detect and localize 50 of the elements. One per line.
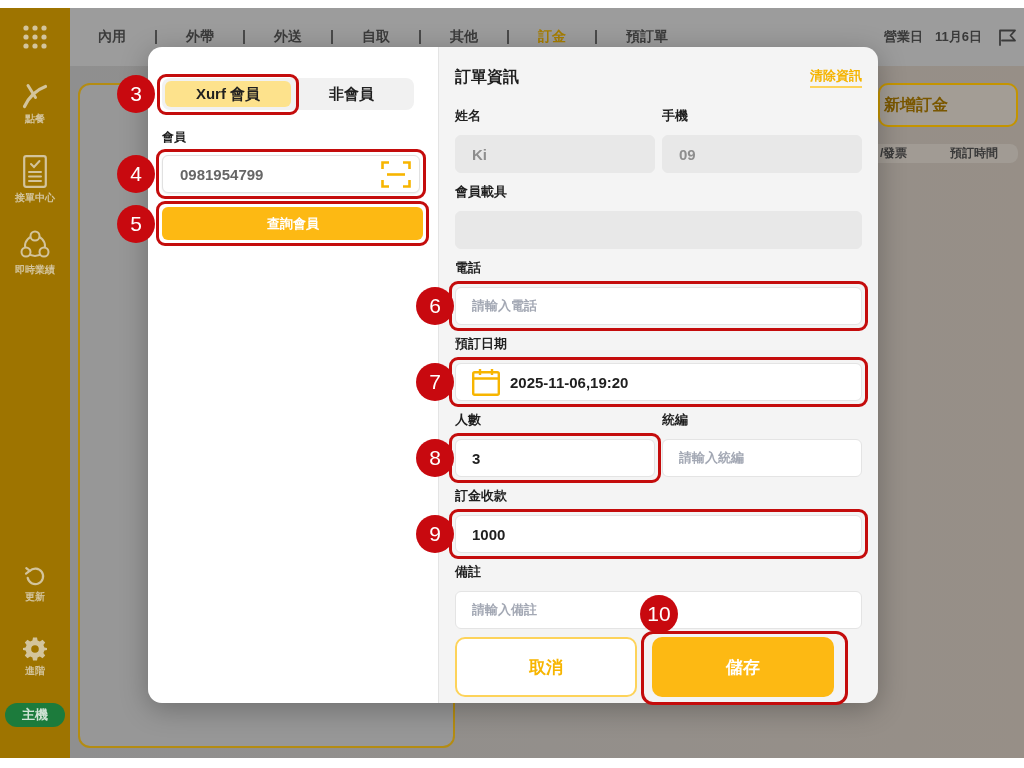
business-day-date: 11月6日 xyxy=(935,28,982,46)
sidebar-item[interactable]: 更新 xyxy=(24,565,46,603)
field-label: 姓名 xyxy=(455,109,481,123)
cancel-button[interactable]: 取消 xyxy=(455,637,637,697)
input-field[interactable]: 請輸入統編 xyxy=(662,439,862,477)
field-label: 電話 xyxy=(455,261,481,275)
crossed-strokes-icon xyxy=(22,83,48,109)
sidebar-item[interactable]: 點餐 xyxy=(22,83,48,125)
add-deposit-button[interactable]: 新增訂金 xyxy=(878,83,1018,127)
app-grid-icon[interactable] xyxy=(23,25,47,49)
order-type-tab[interactable]: 內用 xyxy=(98,28,126,46)
field-label: 備註 xyxy=(455,565,481,579)
query-member-button[interactable]: 查詢會員 xyxy=(162,207,423,240)
save-button[interactable]: 儲存 xyxy=(652,637,834,697)
input-field[interactable]: 1000 xyxy=(455,515,862,553)
field-label: 會員載具 xyxy=(455,185,507,199)
flag-icon[interactable] xyxy=(998,28,1018,46)
order-type-tab[interactable]: 外送 xyxy=(274,28,302,46)
column-header: 預訂時間 xyxy=(949,145,998,162)
field-label: 會員 xyxy=(162,130,186,144)
order-type-tab[interactable]: 其他 xyxy=(450,28,478,46)
field-label: 預訂日期 xyxy=(455,337,507,351)
column-header: /發票 xyxy=(879,145,908,162)
sidebar-item[interactable]: 即時業績 xyxy=(15,230,55,276)
calendar-icon xyxy=(472,368,500,396)
order-type-tab[interactable]: 訂金 xyxy=(538,28,566,46)
field-label: 訂金收款 xyxy=(455,489,507,503)
field-label: 人數 xyxy=(455,413,481,427)
refresh-icon xyxy=(24,565,46,587)
business-day-label: 營業日 xyxy=(884,28,923,46)
order-type-tab[interactable]: 預訂單 xyxy=(626,28,668,46)
field-label: 統編 xyxy=(662,413,688,427)
scan-icon[interactable] xyxy=(381,160,411,188)
sidebar-item[interactable]: 進階 xyxy=(23,637,47,677)
clear-info-link[interactable]: 清除資訊 xyxy=(810,66,862,88)
settings-icon xyxy=(23,637,47,661)
clipboard-check-icon xyxy=(23,155,47,188)
host-badge: 主機 xyxy=(5,703,65,727)
order-type-tab[interactable]: 自取 xyxy=(362,28,390,46)
input-field[interactable]: 請輸入電話 xyxy=(455,287,862,325)
people-ring-icon xyxy=(20,230,50,260)
member-phone-field[interactable]: 0981954799 xyxy=(162,155,420,193)
order-type-tab[interactable]: 外帶 xyxy=(186,28,214,46)
panel-title: 訂單資訊 xyxy=(455,66,519,87)
field-label: 手機 xyxy=(662,109,688,123)
segment-option[interactable]: 非會員 xyxy=(291,81,411,107)
date-field[interactable]: 2025-11-06,19:20 xyxy=(455,363,862,401)
segment-option[interactable]: Xurf 會員 xyxy=(165,81,291,107)
sidebar-item[interactable]: 接單中心 xyxy=(15,155,55,204)
input-field[interactable]: 3 xyxy=(455,439,655,477)
